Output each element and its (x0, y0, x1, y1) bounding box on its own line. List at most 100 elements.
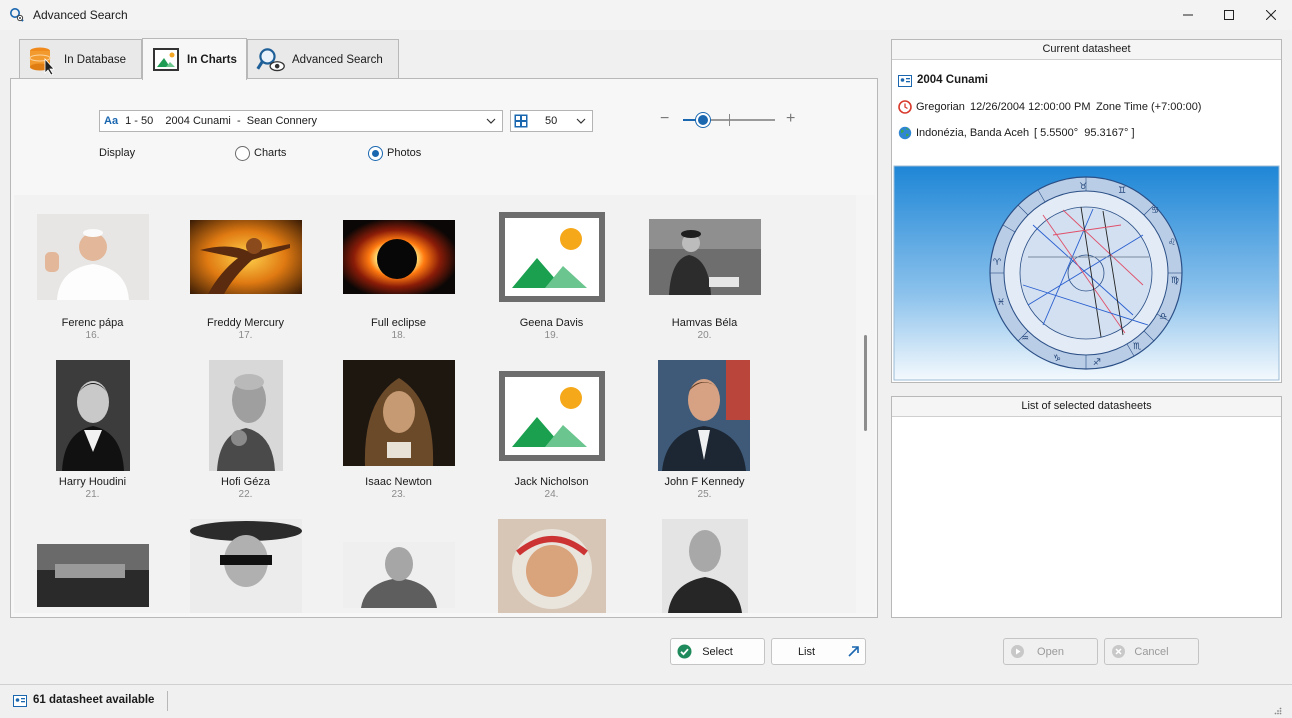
calendar-type: Gregorian (916, 101, 965, 113)
font-aa-icon: Aa (104, 115, 119, 127)
cancel-button[interactable]: Cancel (1104, 638, 1199, 665)
svg-text:♑: ♑ (1053, 354, 1061, 364)
photo-ferenc-papa (37, 214, 149, 300)
photo-number: 23. (391, 489, 406, 500)
photo-number: 21. (85, 489, 100, 500)
photo-number: 17. (238, 330, 253, 341)
zoom-out-button[interactable]: − (660, 110, 669, 128)
svg-text:♉: ♉ (1079, 182, 1087, 192)
scrollbar-thumb[interactable] (864, 335, 867, 431)
id-card-icon (898, 75, 912, 87)
photo-thumbnail[interactable] (190, 519, 302, 613)
check-circle-icon (677, 644, 692, 659)
close-icon (1266, 10, 1276, 20)
maximize-button[interactable] (1206, 0, 1252, 30)
svg-text:♒: ♒ (1021, 334, 1029, 344)
photo-number: 16. (85, 330, 100, 341)
gallery-scrollbar[interactable] (856, 195, 875, 613)
photo-name: Jack Nicholson (514, 476, 589, 488)
photo-freddy-mercury (190, 220, 302, 294)
radio-photos[interactable] (368, 146, 383, 161)
zoom-tick (729, 114, 730, 126)
id-card-icon (13, 695, 27, 707)
cancel-button-label: Cancel (1134, 645, 1169, 658)
play-circle-icon (1011, 645, 1024, 658)
minimize-icon (1183, 14, 1193, 16)
svg-text:♌: ♌ (1168, 238, 1176, 248)
photo-name: Hofi Géza (221, 476, 270, 488)
tab-advanced-search-label: Advanced Search (292, 53, 383, 66)
photo-number: 22. (238, 489, 253, 500)
photo-harry-houdini (56, 360, 130, 471)
globe-icon (898, 126, 912, 140)
grid-icon (514, 114, 528, 128)
photo-gallery: Ferenc pápa 16. Freddy Mercury 17. Full … (14, 195, 856, 613)
status-bar: 61 datasheet available (0, 684, 1292, 718)
magnifier-eye-icon (256, 47, 285, 71)
selection-combo[interactable]: Aa 1 - 50 2004 Cunami - Sean Connery (99, 110, 503, 132)
photo-number: 24. (544, 489, 559, 500)
photo-thumbnail[interactable] (343, 542, 455, 608)
radio-charts-label[interactable]: Charts (254, 147, 286, 159)
open-button[interactable]: Open (1003, 638, 1098, 665)
photo-name: Isaac Newton (365, 476, 432, 488)
zoom-in-button[interactable]: + (786, 110, 795, 128)
display-label: Display (99, 147, 136, 159)
selected-datasheets-header: List of selected datasheets (892, 397, 1281, 417)
photo-isaac-newton (343, 360, 455, 466)
photo-name: Full eclipse (370, 317, 427, 329)
svg-text:♋: ♋ (1151, 206, 1159, 216)
photo-thumbnail[interactable] (498, 519, 606, 613)
datasheet-place: Indonézia, Banda Aceh (916, 127, 1030, 139)
photo-thumbnail[interactable] (37, 544, 149, 607)
zoom-slider[interactable] (683, 113, 777, 127)
radio-photos-label[interactable]: Photos (387, 147, 421, 159)
chart-image-icon (153, 47, 179, 71)
title-bar: Advanced Search (0, 0, 1292, 30)
photo-hamvas-bela (649, 219, 761, 295)
page-size-value: 50 (545, 115, 558, 127)
list-button[interactable]: List (771, 638, 866, 665)
maximize-icon (1224, 10, 1234, 20)
astro-chart-preview: ♉ ♊ ♋ ♌ ♍ ♎ ♏ ♐ ♑ ♒ ♓ ♈ (893, 165, 1280, 381)
photo-john-f-kennedy (658, 360, 750, 471)
tab-in-charts-label: In Charts (187, 53, 237, 66)
photo-name: Geena Davis (519, 317, 584, 329)
close-button[interactable] (1248, 0, 1292, 30)
tab-in-database[interactable]: In Database (19, 39, 142, 79)
photo-thumbnail[interactable] (662, 519, 748, 613)
database-cursor-icon (29, 47, 55, 75)
photo-name: Hamvas Béla (671, 317, 738, 329)
datasheet-name: 2004 Cunami (917, 74, 988, 86)
status-divider (167, 691, 168, 711)
radio-charts[interactable] (235, 146, 250, 161)
tab-advanced-search[interactable]: Advanced Search (247, 39, 399, 79)
svg-text:♓: ♓ (997, 298, 1005, 308)
datasheet-coords: [ 5.5500° 95.3167° ] (1034, 127, 1135, 139)
zoom-slider-thumb[interactable] (696, 113, 711, 127)
photo-number: 19. (544, 330, 559, 341)
search-person-icon (10, 8, 24, 22)
select-button[interactable]: Select (670, 638, 765, 665)
photo-name: Freddy Mercury (206, 317, 285, 329)
selected-datasheets-list[interactable] (894, 419, 1279, 615)
photo-name: Ferenc pápa (61, 317, 124, 329)
select-button-label: Select (702, 645, 733, 658)
page-size-combo[interactable]: 50 (510, 110, 593, 132)
minimize-button[interactable] (1165, 0, 1211, 30)
chevron-down-icon (486, 118, 496, 124)
selected-datasheets-panel: List of selected datasheets (891, 396, 1282, 618)
selection-value: 1 - 50 2004 Cunami - Sean Connery (125, 115, 318, 127)
photo-number: 20. (697, 330, 712, 341)
svg-text:♍: ♍ (1171, 276, 1179, 286)
photo-hofi-geza (209, 360, 283, 471)
photo-number: 18. (391, 330, 406, 341)
datasheet-datetime: 12/26/2004 12:00:00 PM (970, 101, 1091, 113)
tab-in-charts[interactable]: In Charts (142, 38, 247, 80)
status-text: 61 datasheet available (33, 694, 155, 706)
svg-text:♏: ♏ (1133, 342, 1141, 352)
resize-grip-icon[interactable] (1274, 707, 1282, 715)
photo-name: John F Kennedy (664, 476, 745, 488)
current-datasheet-header: Current datasheet (892, 40, 1281, 60)
cancel-circle-icon (1112, 645, 1125, 658)
